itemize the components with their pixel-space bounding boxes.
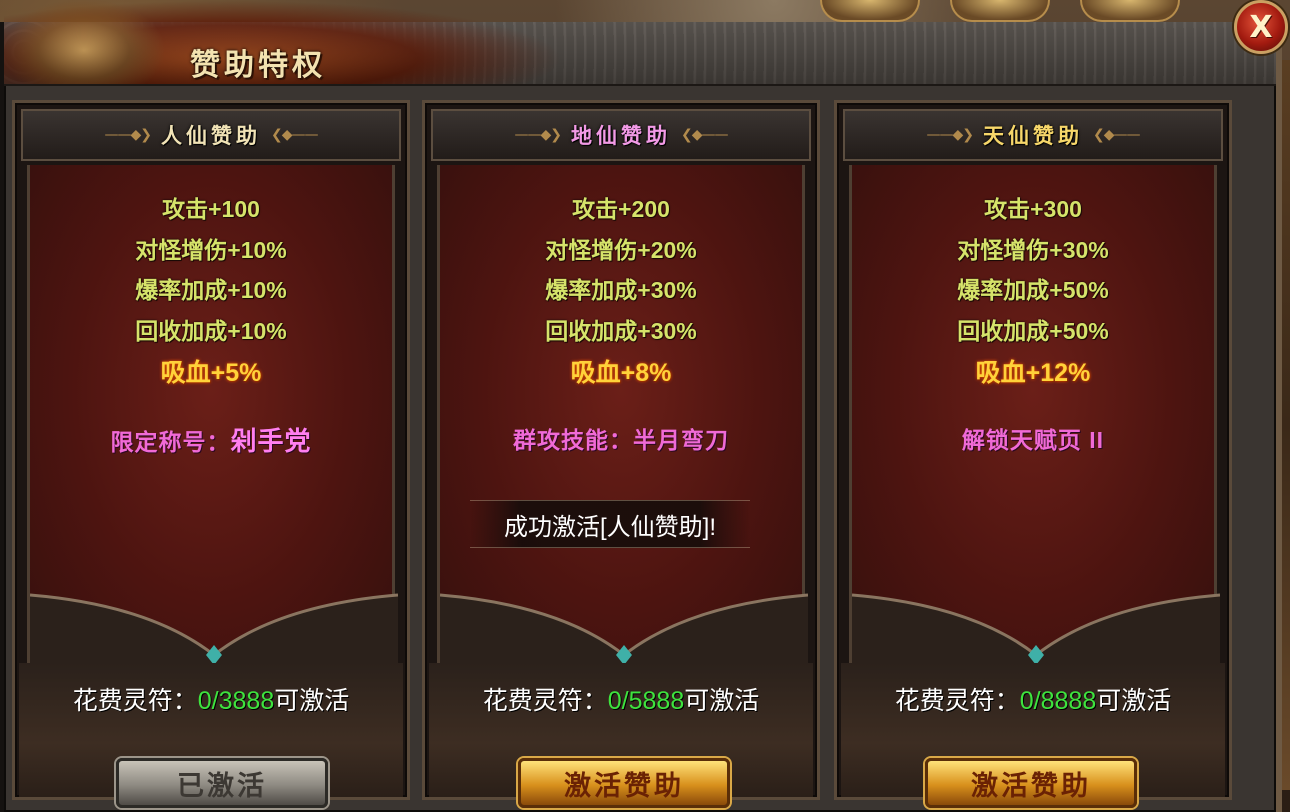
activate-sponsor-button[interactable]: 激活赞助 [925, 758, 1137, 808]
cost-value: 0/8888 [1019, 687, 1097, 715]
cost-line: 花费灵符：0/5888可激活 [425, 681, 817, 717]
stat-drop-rate: 爆率加成+50% [957, 277, 1109, 303]
activate-sponsor-button[interactable]: 激活赞助 [518, 758, 730, 808]
panel-header: ——◆❯ 天仙赞助 ❮◆—— [843, 109, 1223, 161]
cost-label: 花费灵符： [482, 687, 608, 715]
panel-header: ——◆❯ 人仙赞助 ❮◆—— [21, 109, 401, 161]
stat-lifesteal: 吸血+8% [570, 359, 672, 387]
stat-monster-damage: 对怪增伤+20% [545, 236, 697, 263]
ornament-right-icon: ❮◆—— [681, 127, 728, 143]
stat-list: 攻击+100 对怪增伤+10% 爆率加成+10% 回收加成+10% 吸血+5% [15, 189, 407, 393]
cost-label: 花费灵符： [894, 687, 1020, 715]
stat-recycle-bonus: 回收加成+10% [135, 317, 287, 344]
perk-label: 群攻技能：半月弯刀 [513, 427, 729, 453]
perk-line: 解锁天赋页 II [837, 421, 1229, 455]
ornament-left-icon: ——◆❯ [514, 127, 562, 143]
stat-recycle-bonus: 回收加成+30% [545, 317, 697, 344]
toast-notification: 成功激活[人仙赞助]! [470, 500, 750, 548]
arch-ornament-icon [30, 593, 398, 665]
stat-attack: 攻击+100 [162, 196, 260, 222]
ornament-right-icon: ❮◆—— [271, 127, 318, 143]
panel-header: ——◆❯ 地仙赞助 ❮◆—— [431, 109, 811, 161]
sponsor-panel-1: ——◆❯ 人仙赞助 ❮◆—— 攻击+100 对怪增伤+10% 爆率加成+10% … [12, 100, 410, 808]
dragon-emblem-icon [4, 0, 164, 84]
panel-title: 地仙赞助 [571, 123, 671, 148]
cost-suffix: 可激活 [684, 687, 760, 715]
arch-ornament-icon [440, 593, 808, 665]
stat-drop-rate: 爆率加成+30% [545, 277, 697, 303]
close-icon: X [1249, 9, 1273, 45]
stat-list: 攻击+300 对怪增伤+30% 爆率加成+50% 回收加成+50% 吸血+12% [837, 189, 1229, 393]
stat-attack: 攻击+300 [984, 196, 1082, 222]
perk-label: 限定称号： [110, 429, 231, 455]
top-menu-icon[interactable] [820, 0, 920, 22]
cost-line: 花费灵符：0/8888可激活 [837, 681, 1229, 717]
window-title: 赞助特权 [190, 48, 326, 83]
perk-line: 限定称号：剁手党 [15, 421, 407, 458]
stat-list: 攻击+200 对怪增伤+20% 爆率加成+30% 回收加成+30% 吸血+8% [425, 189, 817, 393]
top-menu-icon[interactable] [950, 0, 1050, 22]
cost-suffix: 可激活 [1096, 687, 1172, 715]
title-bar: 赞助特权 [4, 0, 1276, 86]
sponsor-window: 赞助特权 ——◆❯ 人仙赞助 ❮◆—— 攻击+100 对怪增伤+10% 爆率加成… [0, 0, 1282, 812]
cost-suffix: 可激活 [274, 687, 350, 715]
ornament-right-icon: ❮◆—— [1093, 127, 1140, 143]
stat-attack: 攻击+200 [572, 196, 670, 222]
panel-title: 人仙赞助 [161, 123, 261, 148]
cost-label: 花费灵符： [72, 687, 198, 715]
stat-lifesteal: 吸血+12% [975, 359, 1091, 387]
cost-value: 0/3888 [197, 687, 275, 715]
sponsor-panel-3: ——◆❯ 天仙赞助 ❮◆—— 攻击+300 对怪增伤+30% 爆率加成+50% … [834, 100, 1232, 808]
ornament-left-icon: ——◆❯ [926, 127, 974, 143]
top-menu-icon[interactable] [1080, 0, 1180, 22]
ornament-left-icon: ——◆❯ [104, 127, 152, 143]
stat-lifesteal: 吸血+5% [160, 359, 262, 387]
arch-ornament-icon [852, 593, 1220, 665]
sponsor-panel-2: ——◆❯ 地仙赞助 ❮◆—— 攻击+200 对怪增伤+20% 爆率加成+30% … [422, 100, 820, 808]
activated-button[interactable]: 已激活 [116, 758, 328, 808]
perk-label: 解锁天赋页 II [961, 427, 1105, 453]
perk-line: 群攻技能：半月弯刀 [425, 421, 817, 455]
stat-recycle-bonus: 回收加成+50% [957, 317, 1109, 344]
close-button[interactable]: X [1234, 0, 1288, 54]
stat-monster-damage: 对怪增伤+10% [135, 236, 287, 263]
stat-drop-rate: 爆率加成+10% [135, 277, 287, 303]
stat-monster-damage: 对怪增伤+30% [957, 236, 1109, 263]
cost-line: 花费灵符：0/3888可激活 [15, 681, 407, 717]
perk-value: 剁手党 [230, 426, 312, 456]
cost-value: 0/5888 [607, 687, 685, 715]
panel-title: 天仙赞助 [983, 123, 1083, 148]
